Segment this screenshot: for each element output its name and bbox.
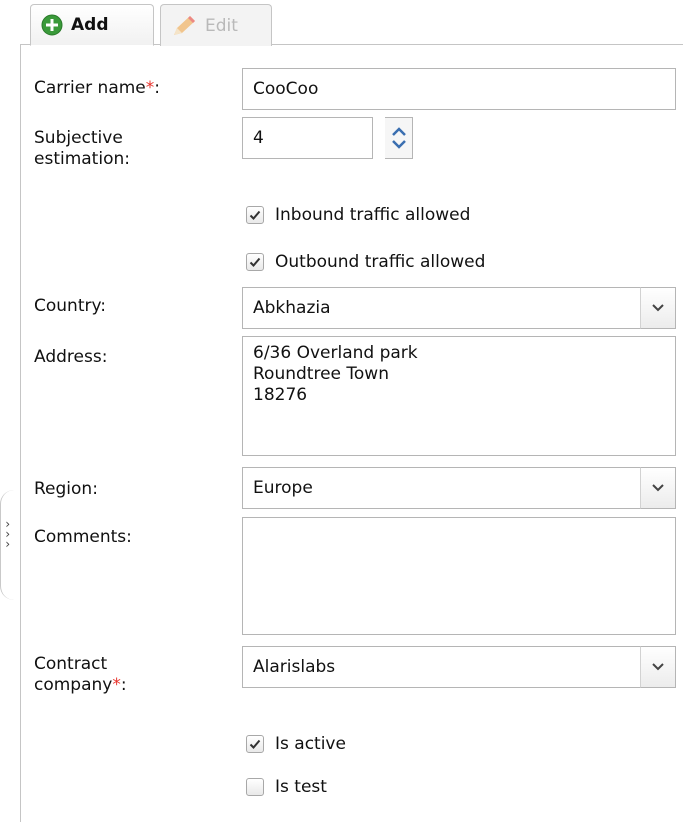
- country-dropdown-button[interactable]: [640, 287, 676, 329]
- chevron-right-icon[interactable]: › › ›: [4, 518, 14, 550]
- comments-label: Comments:: [34, 527, 132, 547]
- subjective-estimation-value: 4: [253, 128, 264, 148]
- comments-textarea[interactable]: [242, 517, 676, 635]
- chevron-down-icon: [652, 304, 664, 312]
- tab-edit-label: Edit: [205, 15, 238, 36]
- country-value: Abkhazia: [253, 298, 331, 318]
- is-test-checkbox[interactable]: [246, 778, 264, 796]
- check-icon: [249, 739, 261, 749]
- outbound-traffic-label: Outbound traffic allowed: [275, 252, 486, 272]
- subjective-estimation-label: Subjective estimation:: [34, 128, 130, 169]
- region-dropdown-button[interactable]: [640, 467, 676, 509]
- country-label: Country:: [34, 296, 107, 316]
- carrier-name-input[interactable]: CooCoo: [242, 68, 676, 110]
- contract-company-dropdown-button[interactable]: [640, 646, 676, 688]
- tab-add-label: Add: [71, 15, 109, 35]
- tab-edit[interactable]: Edit: [160, 4, 272, 46]
- spinner-buttons[interactable]: [385, 117, 413, 159]
- contract-company-value: Alarislabs: [253, 657, 336, 677]
- region-label: Region:: [34, 479, 98, 499]
- pencil-icon: [171, 14, 197, 38]
- is-test-row[interactable]: Is test: [246, 777, 327, 797]
- is-test-label: Is test: [275, 777, 327, 797]
- contract-company-select[interactable]: Alarislabs: [242, 646, 676, 688]
- is-active-label: Is active: [275, 734, 346, 754]
- chevron-down-icon: [652, 663, 664, 671]
- inbound-traffic-row[interactable]: Inbound traffic allowed: [246, 205, 470, 225]
- spinner-down-icon[interactable]: [391, 139, 407, 149]
- outbound-traffic-checkbox[interactable]: [246, 253, 264, 271]
- inbound-traffic-label: Inbound traffic allowed: [275, 205, 471, 225]
- outbound-traffic-row[interactable]: Outbound traffic allowed: [246, 252, 485, 272]
- subjective-estimation-input[interactable]: 4: [242, 117, 373, 159]
- chevron-down-icon: [652, 484, 664, 492]
- address-textarea[interactable]: 6/36 Overland park Roundtree Town 18276: [242, 336, 676, 456]
- is-active-row[interactable]: Is active: [246, 734, 346, 754]
- spinner-up-icon[interactable]: [391, 127, 407, 137]
- inbound-traffic-checkbox[interactable]: [246, 206, 264, 224]
- carrier-name-label: Carrier name*:: [34, 78, 160, 98]
- region-select[interactable]: Europe: [242, 467, 676, 509]
- address-label: Address:: [34, 347, 108, 367]
- carrier-name-value: CooCoo: [253, 79, 319, 99]
- region-value: Europe: [253, 478, 313, 498]
- is-active-checkbox[interactable]: [246, 735, 264, 753]
- plus-circle-icon: [41, 14, 63, 36]
- tab-add[interactable]: Add: [30, 4, 154, 46]
- tab-strip: Add Edit: [20, 0, 683, 46]
- check-icon: [249, 257, 261, 267]
- check-icon: [249, 210, 261, 220]
- contract-company-label: Contract company*:: [34, 654, 127, 695]
- country-select[interactable]: Abkhazia: [242, 287, 676, 329]
